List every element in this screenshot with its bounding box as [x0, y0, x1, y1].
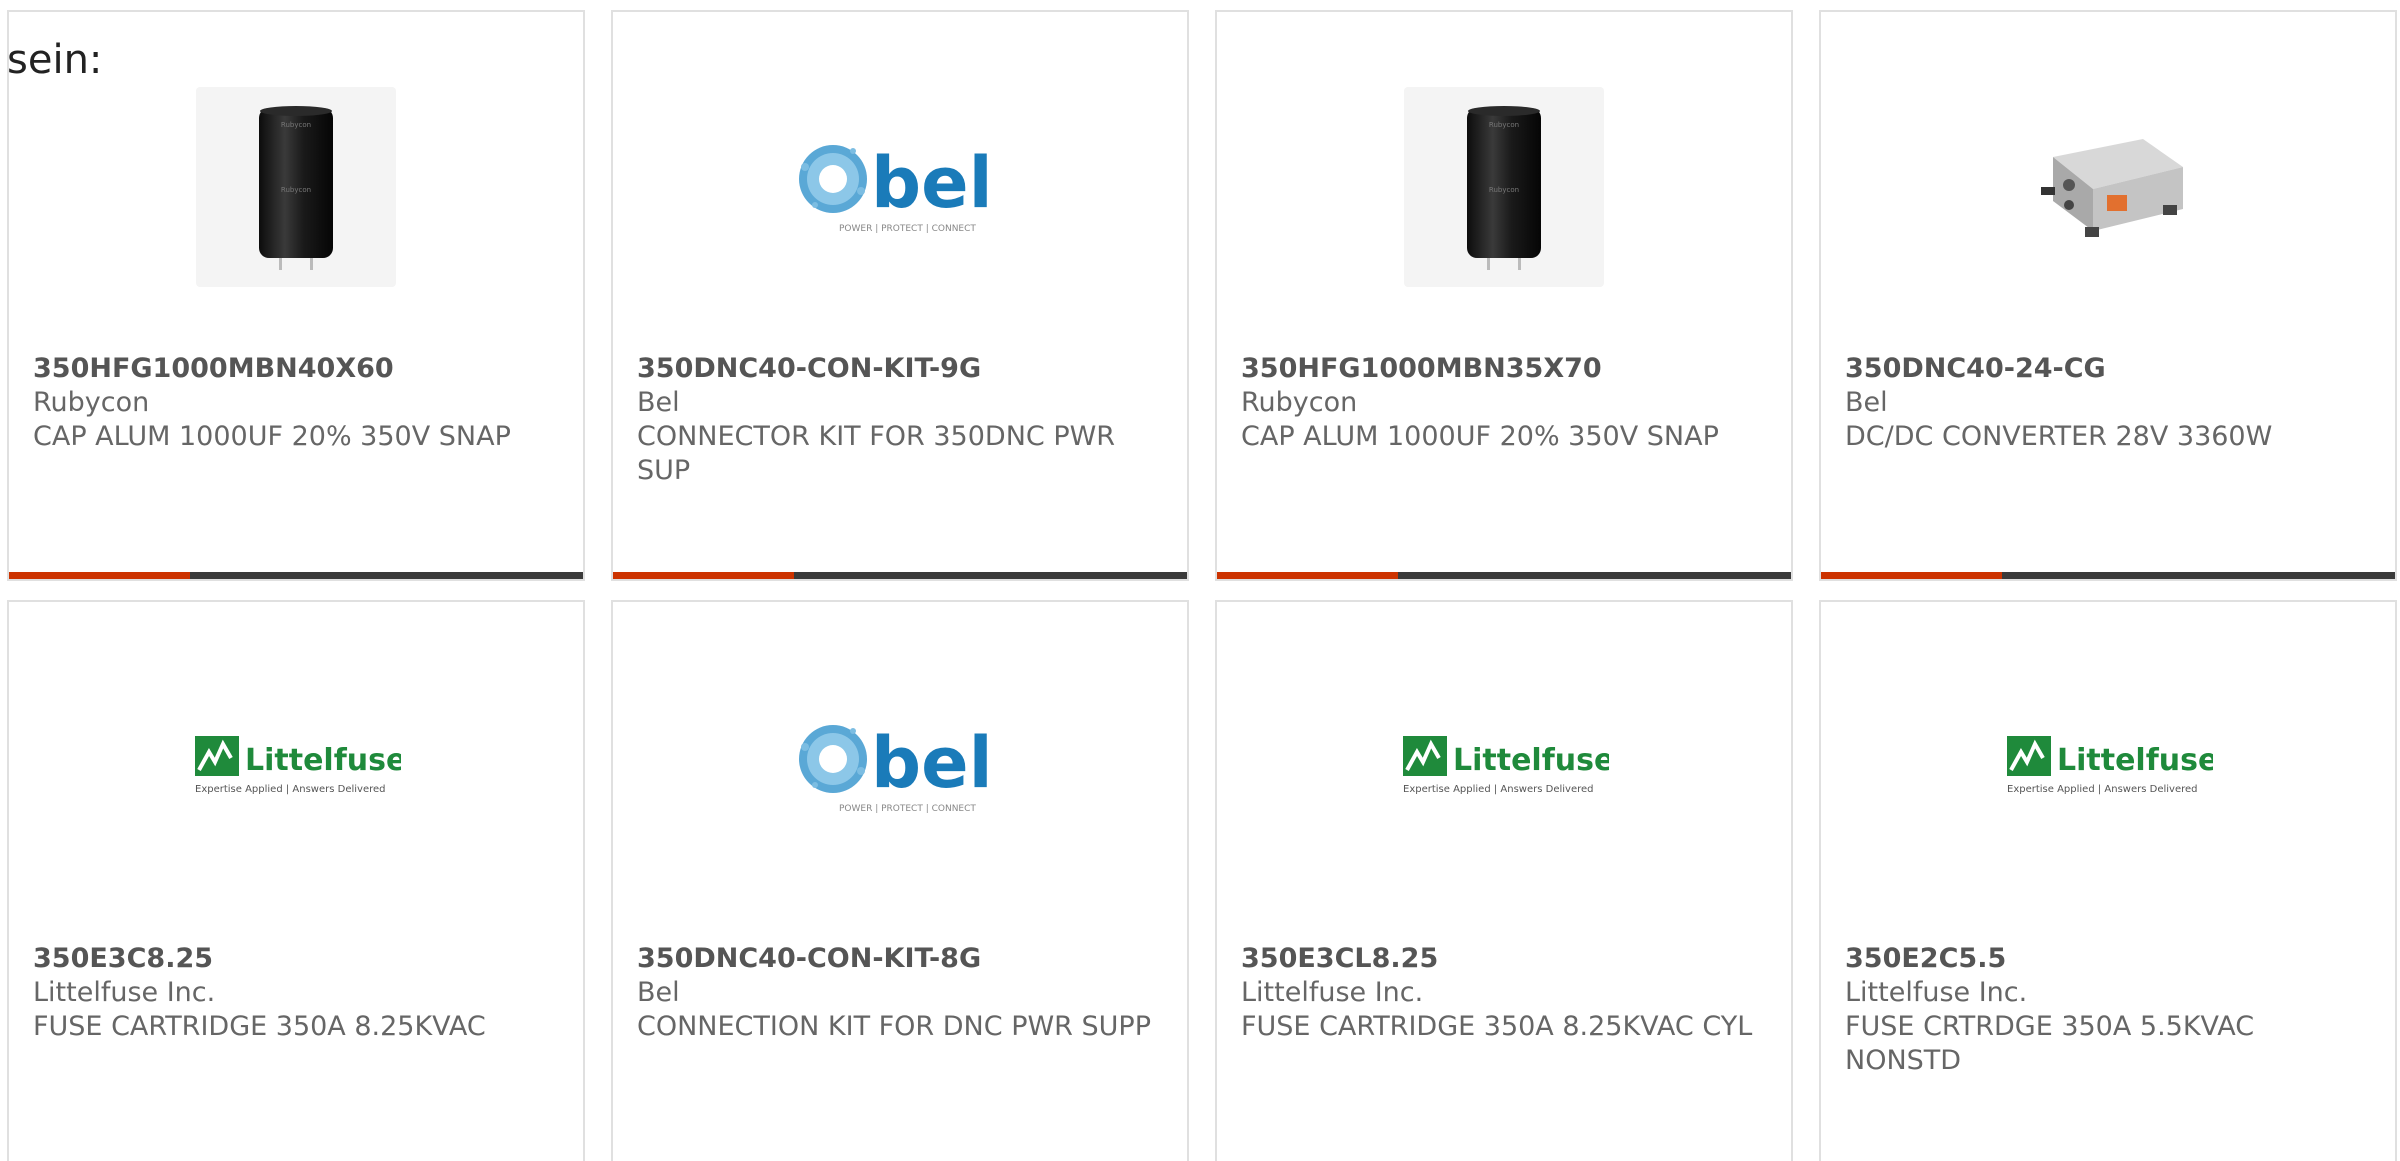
- description: FUSE CARTRIDGE 350A 8.25KVAC CYL: [1241, 1011, 1753, 1042]
- card-bar: [1821, 572, 2395, 579]
- svg-text:Rubycon: Rubycon: [1489, 121, 1519, 129]
- description: CONNECTION KIT FOR DNC PWR SUPP: [637, 1011, 1151, 1042]
- product-info: 350DNC40-CON-KIT-9G Bel CONNECTOR KIT FO…: [637, 352, 1163, 488]
- product-info: 350DNC40-CON-KIT-8G Bel CONNECTION KIT F…: [637, 942, 1163, 1044]
- part-number[interactable]: 350DNC40-24-CG: [1845, 352, 2371, 386]
- product-image[interactable]: Littelfuse Expertise Applied | Answers D…: [1821, 662, 2395, 872]
- product-card[interactable]: Littelfuse Expertise Applied | Answers D…: [1819, 600, 2397, 1161]
- card-bar: [1217, 572, 1791, 579]
- manufacturer: Littelfuse Inc.: [1845, 977, 2028, 1008]
- littelfuse-logo-text: Littelfuse: [245, 743, 401, 778]
- description: DC/DC CONVERTER 28V 3360W: [1845, 421, 2273, 452]
- part-number[interactable]: 350E3CL8.25: [1241, 942, 1767, 976]
- littelfuse-logo-tagline: Expertise Applied | Answers Delivered: [195, 784, 386, 795]
- product-image[interactable]: [1821, 82, 2395, 292]
- bel-logo-text: bel: [871, 142, 993, 224]
- card-bar-accent: [613, 572, 795, 579]
- product-image[interactable]: Rubycon Rubycon: [1217, 82, 1791, 292]
- bel-logo-text: bel: [871, 722, 993, 804]
- svg-text:Rubycon: Rubycon: [281, 121, 311, 129]
- product-card[interactable]: Rubycon Rubycon 350HFG1000MBN35X70 Rubyc…: [1215, 10, 1793, 581]
- product-info: 350DNC40-24-CG Bel DC/DC CONVERTER 28V 3…: [1845, 352, 2371, 454]
- manufacturer: Bel: [637, 977, 680, 1008]
- description: CONNECTOR KIT FOR 350DNC PWR SUP: [637, 421, 1116, 486]
- product-info: 350E3C8.25 Littelfuse Inc. FUSE CARTRIDG…: [33, 942, 559, 1044]
- capacitor-image: Rubycon Rubycon: [196, 87, 396, 287]
- part-number[interactable]: 350E2C5.5: [1845, 942, 2371, 976]
- product-card[interactable]: Rubycon Rubycon 350HFG1000MBN40X60 Rubyc…: [7, 10, 585, 581]
- card-bar: [613, 572, 1187, 579]
- littelfuse-logo-tagline: Expertise Applied | Answers Delivered: [1403, 784, 1594, 795]
- product-card[interactable]: Littelfuse Expertise Applied | Answers D…: [1215, 600, 1793, 1161]
- littelfuse-logo-tagline: Expertise Applied | Answers Delivered: [2007, 784, 2198, 795]
- bel-logo-tagline: POWER | PROTECT | CONNECT: [839, 224, 976, 234]
- svg-text:Rubycon: Rubycon: [281, 186, 311, 194]
- description: CAP ALUM 1000UF 20% 350V SNAP: [33, 421, 511, 452]
- part-number[interactable]: 350DNC40-CON-KIT-8G: [637, 942, 1163, 976]
- product-image[interactable]: Rubycon Rubycon: [9, 82, 583, 292]
- part-number[interactable]: 350DNC40-CON-KIT-9G: [637, 352, 1163, 386]
- capacitor-image: Rubycon Rubycon: [1404, 87, 1604, 287]
- description: CAP ALUM 1000UF 20% 350V SNAP: [1241, 421, 1719, 452]
- capacitor-icon: Rubycon Rubycon: [259, 106, 333, 270]
- bel-logo-mark: [799, 725, 867, 793]
- product-image[interactable]: bel POWER | PROTECT | CONNECT: [613, 662, 1187, 872]
- littelfuse-logo: Littelfuse Expertise Applied | Answers D…: [1403, 736, 1609, 795]
- manufacturer: Bel: [1845, 387, 1888, 418]
- description: FUSE CRTRDGE 350A 5.5KVAC NONSTD: [1845, 1011, 2255, 1076]
- bel-logo: bel POWER | PROTECT | CONNECT: [799, 142, 993, 234]
- manufacturer: Rubycon: [33, 387, 150, 418]
- product-info: 350HFG1000MBN40X60 Rubycon CAP ALUM 1000…: [33, 352, 559, 454]
- littelfuse-logo: Littelfuse Expertise Applied | Answers D…: [2007, 736, 2213, 795]
- card-bar: [9, 572, 583, 579]
- part-number[interactable]: 350HFG1000MBN35X70: [1241, 352, 1767, 386]
- product-image[interactable]: Littelfuse Expertise Applied | Answers D…: [9, 662, 583, 872]
- product-image[interactable]: bel POWER | PROTECT | CONNECT: [613, 82, 1187, 292]
- bel-logo-mark: [799, 145, 867, 213]
- part-number[interactable]: 350E3C8.25: [33, 942, 559, 976]
- bel-logo: bel POWER | PROTECT | CONNECT: [799, 722, 993, 814]
- description: FUSE CARTRIDGE 350A 8.25KVAC: [33, 1011, 486, 1042]
- product-card[interactable]: bel POWER | PROTECT | CONNECT 350DNC40-C…: [611, 600, 1189, 1161]
- product-info: 350E2C5.5 Littelfuse Inc. FUSE CRTRDGE 3…: [1845, 942, 2371, 1078]
- part-number[interactable]: 350HFG1000MBN40X60: [33, 352, 559, 386]
- product-info: 350HFG1000MBN35X70 Rubycon CAP ALUM 1000…: [1241, 352, 1767, 454]
- bel-logo-tagline: POWER | PROTECT | CONNECT: [839, 804, 976, 814]
- card-bar-accent: [1217, 572, 1399, 579]
- manufacturer: Bel: [637, 387, 680, 418]
- product-card[interactable]: 350DNC40-24-CG Bel DC/DC CONVERTER 28V 3…: [1819, 10, 2397, 581]
- capacitor-icon: Rubycon Rubycon: [1467, 106, 1541, 270]
- product-grid-page: sein: Rubycon Rubycon 350HFG1000MBN40X60…: [0, 0, 2400, 1161]
- card-bar-accent: [1821, 572, 2003, 579]
- card-bar-accent: [9, 572, 191, 579]
- littelfuse-logo-text: Littelfuse: [1453, 743, 1609, 778]
- product-info: 350E3CL8.25 Littelfuse Inc. FUSE CARTRID…: [1241, 942, 1767, 1044]
- product-image[interactable]: Littelfuse Expertise Applied | Answers D…: [1217, 662, 1791, 872]
- manufacturer: Littelfuse Inc.: [33, 977, 216, 1008]
- product-card[interactable]: Littelfuse Expertise Applied | Answers D…: [7, 600, 585, 1161]
- manufacturer: Littelfuse Inc.: [1241, 977, 1424, 1008]
- converter-image: [2041, 139, 2183, 237]
- product-card[interactable]: bel POWER | PROTECT | CONNECT 350DNC40-C…: [611, 10, 1189, 581]
- svg-text:Rubycon: Rubycon: [1489, 186, 1519, 194]
- littelfuse-logo: Littelfuse Expertise Applied | Answers D…: [195, 736, 401, 795]
- littelfuse-logo-text: Littelfuse: [2057, 743, 2213, 778]
- intro-text: sein:: [7, 37, 103, 83]
- manufacturer: Rubycon: [1241, 387, 1358, 418]
